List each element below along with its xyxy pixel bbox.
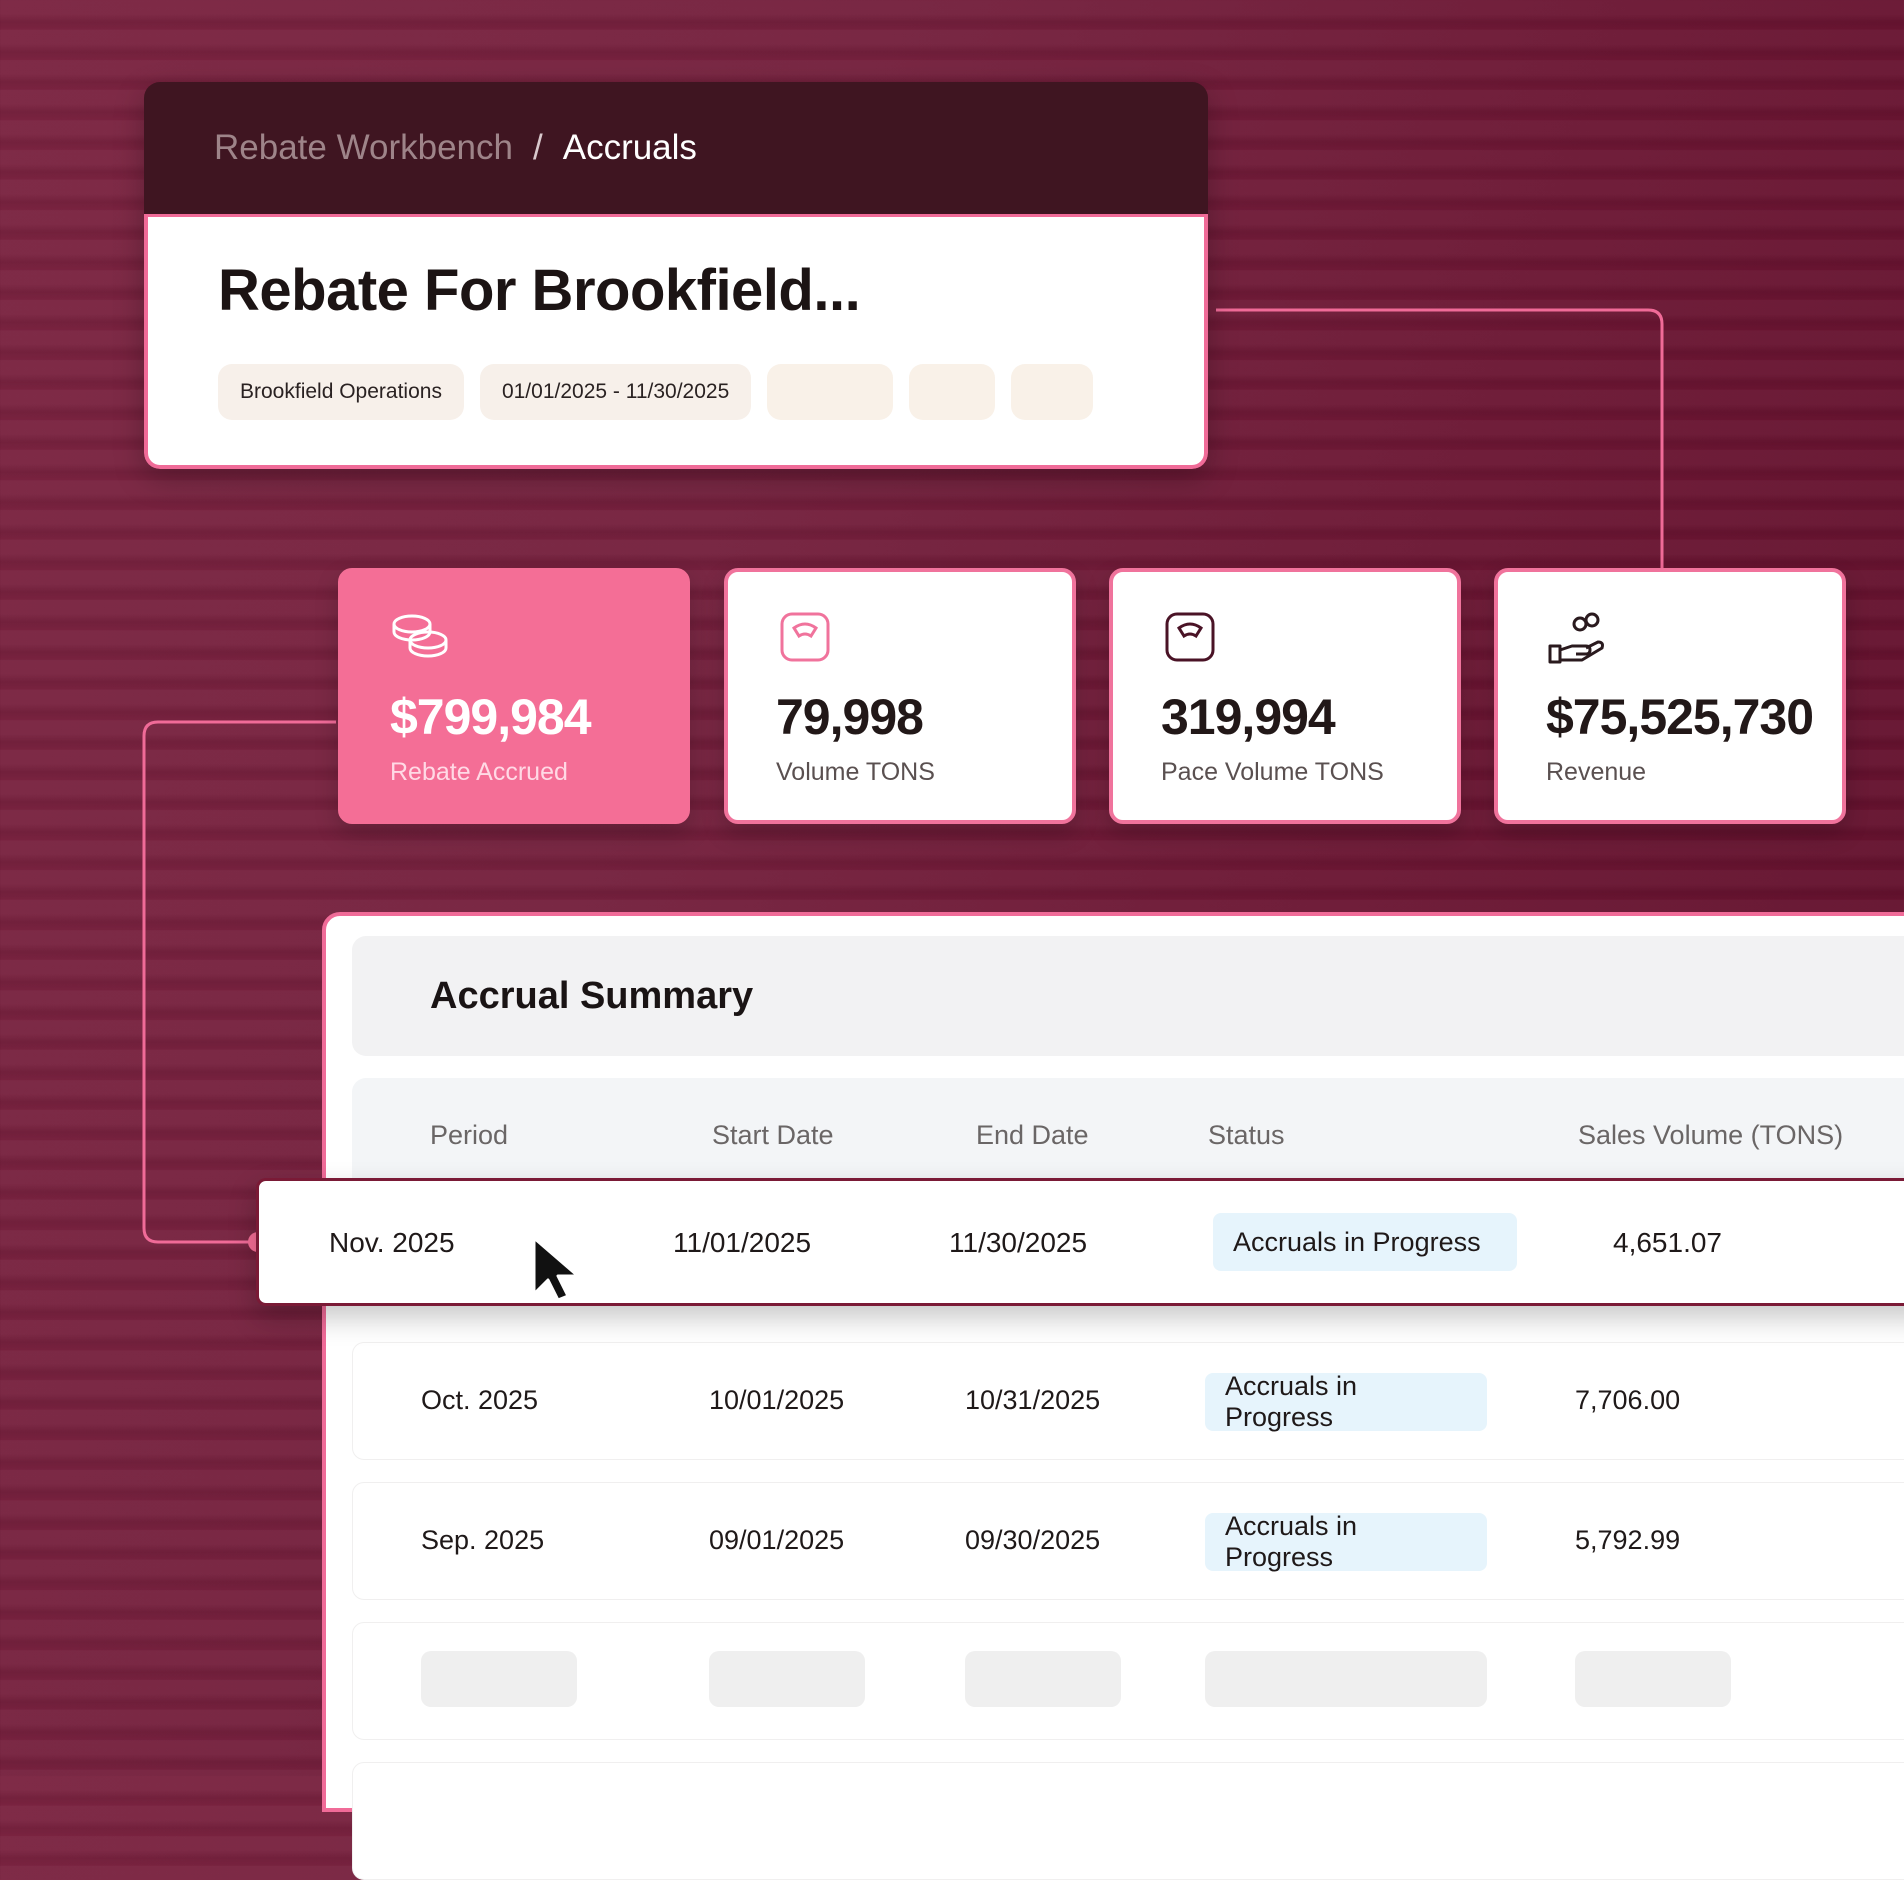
table-row-skeleton <box>352 1622 1904 1740</box>
stat-value: $799,984 <box>390 689 592 745</box>
stat-label: Rebate Accrued <box>390 758 568 786</box>
scale-icon <box>780 612 830 662</box>
cell-start-date: 11/01/2025 <box>673 1227 812 1258</box>
stat-label: Revenue <box>1546 758 1647 786</box>
table-row[interactable]: Oct. 2025 10/01/2025 10/31/2025 Accruals… <box>352 1342 1904 1460</box>
stat-label: Volume TONS <box>776 758 935 786</box>
rebate-header-card: Rebate Workbench / Accruals Rebate For B… <box>144 82 1208 469</box>
table-header-row: Period Start Date End Date Status Sales … <box>352 1078 1904 1190</box>
cell-period: Nov. 2025 <box>329 1227 455 1258</box>
cell-end-date: 10/31/2025 <box>965 1385 1101 1415</box>
skeleton-cell <box>1205 1651 1487 1707</box>
customer-chip[interactable]: Brookfield Operations <box>218 364 464 420</box>
stat-value: 319,994 <box>1161 689 1336 745</box>
mouse-pointer-icon <box>532 1236 580 1302</box>
table-row[interactable]: Sep. 2025 09/01/2025 09/30/2025 Accruals… <box>352 1482 1904 1600</box>
status-badge: Accruals in Progress <box>1205 1511 1487 1572</box>
column-header-start-date[interactable]: Start Date <box>712 1120 834 1151</box>
skeleton-cell <box>965 1651 1121 1707</box>
skeleton-cell <box>709 1651 865 1707</box>
cell-start-date: 10/01/2025 <box>709 1385 845 1415</box>
breadcrumb: Rebate Workbench / Accruals <box>144 82 1208 214</box>
status-badge: Accruals in Progress <box>1205 1371 1487 1432</box>
stat-value: $75,525,730 <box>1546 689 1814 745</box>
breadcrumb-separator: / <box>532 128 543 167</box>
cell-sales-volume: 5,792.99 <box>1575 1525 1681 1555</box>
cell-sales-volume: 7,706.00 <box>1575 1385 1681 1415</box>
cell-start-date: 09/01/2025 <box>709 1525 845 1555</box>
page-title: Rebate For Brookfield... <box>218 258 861 323</box>
stat-card-volume[interactable]: 79,998 Volume TONS <box>724 568 1076 824</box>
stat-card-rebate-accrued[interactable]: $799,984 Rebate Accrued <box>338 568 690 824</box>
stat-label: Pace Volume TONS <box>1161 758 1384 786</box>
column-header-end-date[interactable]: End Date <box>976 1120 1089 1151</box>
cell-sales-volume: 4,651.07 <box>1613 1227 1722 1258</box>
skeleton-cell <box>421 1651 577 1707</box>
stat-card-revenue[interactable]: $75,525,730 Revenue <box>1494 568 1846 824</box>
stat-value: 79,998 <box>776 689 924 745</box>
summary-title: Accrual Summary <box>352 936 1904 1056</box>
cell-end-date: 11/30/2025 <box>949 1227 1088 1258</box>
placeholder-chip <box>909 364 996 420</box>
stat-card-pace-volume[interactable]: 319,994 Pace Volume TONS <box>1109 568 1461 824</box>
placeholder-chip <box>1011 364 1094 420</box>
breadcrumb-current: Accruals <box>562 128 697 167</box>
breadcrumb-parent-link[interactable]: Rebate Workbench <box>214 128 513 168</box>
table-row-skeleton <box>352 1762 1904 1880</box>
scale-icon <box>1165 612 1215 662</box>
cell-end-date: 09/30/2025 <box>965 1525 1101 1555</box>
skeleton-cell <box>1575 1651 1731 1707</box>
hand-coins-icon <box>1548 612 1604 664</box>
chip-row: Brookfield Operations 01/01/2025 - 11/30… <box>218 364 1204 420</box>
column-header-status[interactable]: Status <box>1208 1120 1285 1151</box>
accrual-summary-panel: Accrual Summary Period Start Date End Da… <box>322 912 1904 1880</box>
selected-table-row[interactable]: Nov. 2025 11/01/2025 11/30/2025 Accruals… <box>256 1178 1904 1306</box>
coins-icon <box>392 614 448 658</box>
status-badge: Accruals in Progress <box>1213 1213 1517 1271</box>
placeholder-chip <box>767 364 894 420</box>
date-range-chip[interactable]: 01/01/2025 - 11/30/2025 <box>479 364 752 420</box>
title-panel: Rebate For Brookfield... Brookfield Oper… <box>144 214 1208 469</box>
column-header-sales-volume[interactable]: Sales Volume (TONS) <box>1578 1120 1843 1151</box>
cell-period: Oct. 2025 <box>421 1385 539 1415</box>
cell-period: Sep. 2025 <box>421 1525 545 1555</box>
column-header-period[interactable]: Period <box>430 1120 508 1151</box>
